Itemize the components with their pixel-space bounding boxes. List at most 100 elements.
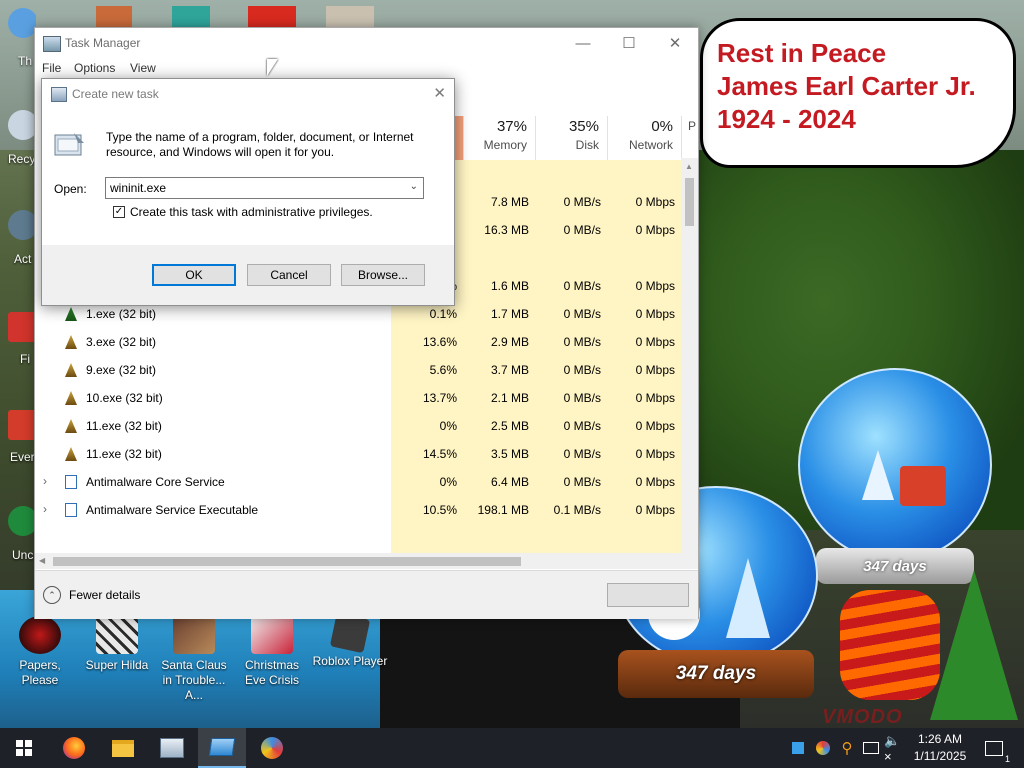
process-disk: 0 MB/s	[563, 195, 601, 209]
menu-options[interactable]: Options	[74, 61, 115, 75]
volume-button[interactable]: 🔈×	[884, 728, 906, 768]
process-row[interactable]: 3.exe (32 bit) 13.6% 2.9 MB 0 MB/s 0 Mbps	[35, 328, 690, 356]
process-memory: 6.4 MB	[490, 475, 529, 489]
desktop-icon-christmas-eve-crisis[interactable]: Christmas Eve Crisis	[234, 616, 310, 688]
process-row[interactable]: › Antimalware Service Executable 10.5% 198.…	[35, 496, 690, 524]
run-icon	[51, 87, 67, 102]
expand-chevron-icon[interactable]: ›	[43, 474, 47, 488]
globe-left-days: 347 days	[675, 663, 757, 684]
process-row[interactable]: 10.exe (32 bit) 13.7% 2.1 MB 0 MB/s 0 Mbps	[35, 384, 690, 412]
process-memory: 1.6 MB	[490, 279, 529, 293]
taskbar-firefox[interactable]	[50, 728, 98, 768]
fewer-details-label: Fewer details	[69, 588, 141, 602]
fewer-details-button[interactable]: ⌃ Fewer details	[43, 586, 140, 604]
end-task-button[interactable]	[607, 583, 689, 607]
tray-search-button[interactable]: ⚲	[836, 728, 858, 768]
desktop-icon-santa-claus[interactable]: Santa Claus in Trouble... A...	[156, 616, 232, 703]
desktop-icon-label: Super Hilda	[85, 658, 149, 672]
network-label: Network	[628, 138, 673, 152]
process-row[interactable]: 9.exe (32 bit) 5.6% 3.7 MB 0 MB/s 0 Mbps	[35, 356, 690, 384]
action-center-button[interactable]: 1	[980, 728, 1010, 768]
app-icon	[261, 737, 283, 759]
process-cpu: 0%	[439, 475, 457, 489]
open-combobox[interactable]: ⌄	[105, 177, 424, 199]
desktop-icon-roblox-player[interactable]: Roblox Player	[312, 612, 388, 669]
process-memory: 3.7 MB	[490, 363, 529, 377]
maximize-icon: ☐	[622, 35, 636, 52]
desktop-icon-recycle-bin[interactable]: Recy	[0, 110, 36, 166]
process-memory: 3.5 MB	[490, 447, 529, 461]
vertical-scroll-thumb[interactable]	[685, 178, 694, 226]
chevron-down-icon[interactable]: ⌄	[410, 181, 418, 192]
maximize-button[interactable]: ☐	[606, 28, 652, 58]
desktop-icon-top-4[interactable]	[326, 6, 374, 28]
desktop-icon-papers-please[interactable]: Papers, Please	[2, 616, 78, 688]
menu-file[interactable]: File	[42, 61, 61, 75]
desktop-icon-partial-1[interactable]: Th	[0, 8, 36, 68]
process-network: 0 Mbps	[635, 391, 675, 405]
desktop-icon-top-2[interactable]	[172, 6, 210, 28]
network-button[interactable]	[860, 728, 882, 768]
tray-color-button[interactable]	[812, 728, 834, 768]
desktop-icon-top-3[interactable]	[248, 6, 296, 28]
column-header-memory[interactable]: 37% Memory	[463, 116, 535, 160]
tray-app-button[interactable]	[788, 728, 808, 768]
window-title: Task Manager	[65, 36, 141, 50]
ok-button[interactable]: OK	[152, 264, 236, 286]
scroll-left-icon[interactable]: ◀	[39, 556, 45, 565]
desktop-icon-partial-6[interactable]: Unc	[0, 506, 36, 562]
start-button[interactable]	[0, 728, 48, 768]
horizontal-scrollbar[interactable]: ◀	[35, 553, 698, 569]
checkbox-check-icon[interactable]: ✓	[113, 206, 125, 218]
taskbar-file-explorer[interactable]	[99, 728, 147, 768]
process-disk: 0.1 MB/s	[553, 503, 601, 517]
process-row[interactable]: 11.exe (32 bit) 14.5% 3.5 MB 0 MB/s 0 Mbps	[35, 440, 690, 468]
cancel-button[interactable]: Cancel	[247, 264, 331, 286]
scroll-up-icon[interactable]: ▲	[685, 162, 693, 171]
taskbar-run-dialog[interactable]	[198, 728, 246, 768]
expand-chevron-icon[interactable]: ›	[43, 502, 47, 516]
task-manager-titlebar[interactable]: Task Manager — ☐ ✕	[35, 28, 698, 58]
taskbar-task-manager[interactable]	[148, 728, 196, 768]
close-button[interactable]: ✕	[652, 28, 698, 58]
power-label: P	[687, 119, 696, 133]
taskbar-clock[interactable]: 1:26 AM 1/11/2025	[906, 731, 974, 765]
browse-button[interactable]: Browse...	[341, 264, 425, 286]
desktop-icon-partial-5[interactable]: Ever	[0, 410, 36, 464]
process-row[interactable]: › Antimalware Core Service 0% 6.4 MB 0 MB/s 0…	[35, 468, 690, 496]
taskbar: ⚲ 🔈× 1:26 AM 1/11/2025 1	[0, 728, 1024, 768]
app-icon	[8, 506, 36, 536]
open-input[interactable]	[110, 181, 400, 195]
desktop-icon-super-hilda[interactable]: Super Hilda	[79, 616, 155, 673]
gift-boxes-icon	[900, 466, 946, 506]
menu-view[interactable]: View	[130, 61, 156, 75]
dialog-close-button[interactable]: ✕	[433, 84, 446, 102]
dialog-message: Type the name of a program, folder, docu…	[106, 130, 414, 159]
vertical-scrollbar[interactable]: ▲	[681, 158, 698, 554]
horizontal-scroll-thumb[interactable]	[53, 557, 521, 566]
process-name: 1.exe (32 bit)	[86, 307, 157, 321]
clock-date: 1/11/2025	[913, 749, 967, 763]
desktop-icon-partial-3[interactable]: Act	[0, 210, 36, 266]
recycle-bin-icon	[8, 110, 36, 140]
admin-privileges-label: Create this task with administrative pri…	[130, 205, 373, 219]
bell-icon	[65, 335, 77, 349]
app-icon	[8, 210, 36, 240]
column-header-power[interactable]: P	[681, 116, 698, 160]
dialog-title: Create new task	[72, 87, 159, 101]
disk-percent: 35%	[568, 118, 599, 135]
column-header-disk[interactable]: 35% Disk	[535, 116, 607, 160]
create-new-task-dialog[interactable]: Create new task ✕ Type the name of a pro…	[41, 78, 455, 306]
dialog-titlebar[interactable]: Create new task ✕	[42, 79, 454, 107]
minimize-button[interactable]: —	[560, 28, 606, 58]
desktop-icon-partial-4[interactable]: Fi	[0, 312, 36, 366]
bell-icon	[65, 447, 77, 461]
process-row[interactable]: 11.exe (32 bit) 0% 2.5 MB 0 MB/s 0 Mbps	[35, 412, 690, 440]
process-name: 3.exe (32 bit)	[86, 335, 157, 349]
column-header-network[interactable]: 0% Network	[607, 116, 681, 160]
taskbar-app[interactable]	[248, 728, 296, 768]
task-manager-icon	[160, 738, 184, 758]
admin-privileges-checkbox[interactable]: ✓ Create this task with administrative p…	[113, 205, 373, 219]
desktop-icon-top-1[interactable]	[96, 6, 132, 28]
disk-label: Disk	[575, 138, 599, 152]
